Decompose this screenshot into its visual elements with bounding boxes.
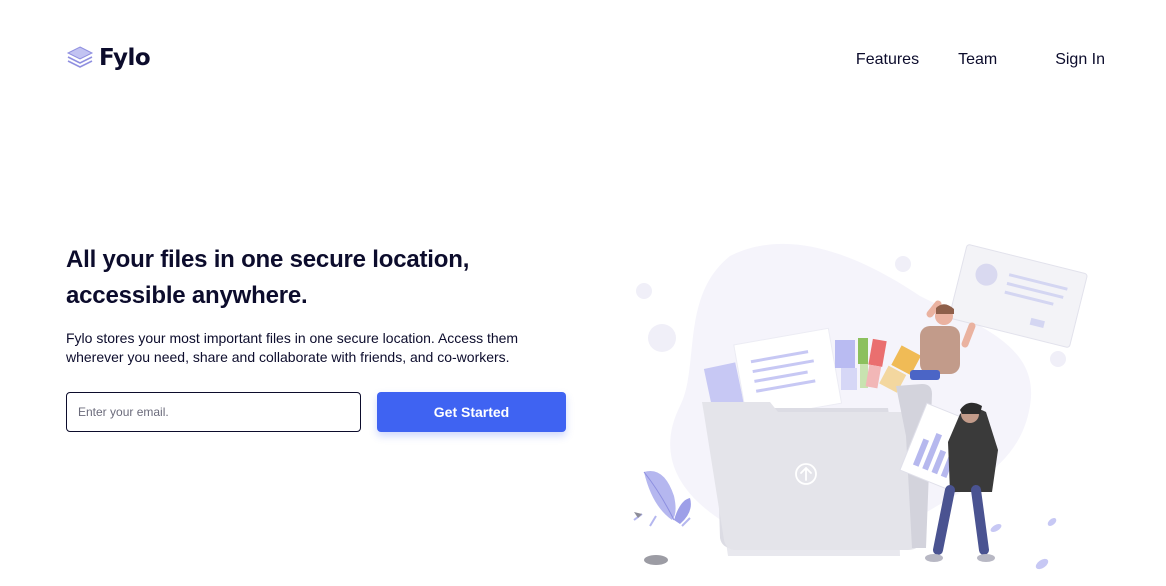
hero-illustration xyxy=(620,236,1090,576)
hero-title: All your files in one secure location, a… xyxy=(66,246,470,309)
brand-logo[interactable]: Fylo xyxy=(66,44,151,72)
brand-name: Fylo xyxy=(99,45,151,71)
hero-description: Fylo stores your most important files in… xyxy=(66,330,519,365)
leaf-decorations xyxy=(990,518,1057,570)
get-started-button[interactable]: Get Started xyxy=(377,392,566,432)
email-input[interactable] xyxy=(66,392,361,432)
nav-link-features[interactable]: Features xyxy=(856,50,919,70)
stacked-layers-icon xyxy=(66,45,94,71)
main-nav: Features Team Sign In xyxy=(856,50,1105,70)
landing-page: Fylo Features Team Sign In All your file… xyxy=(0,0,1166,586)
signup-form: Get Started xyxy=(66,392,566,432)
plant-decoration xyxy=(633,471,691,565)
nav-link-team[interactable]: Team xyxy=(958,50,997,70)
nav-link-sign-in[interactable]: Sign In xyxy=(1055,50,1105,70)
